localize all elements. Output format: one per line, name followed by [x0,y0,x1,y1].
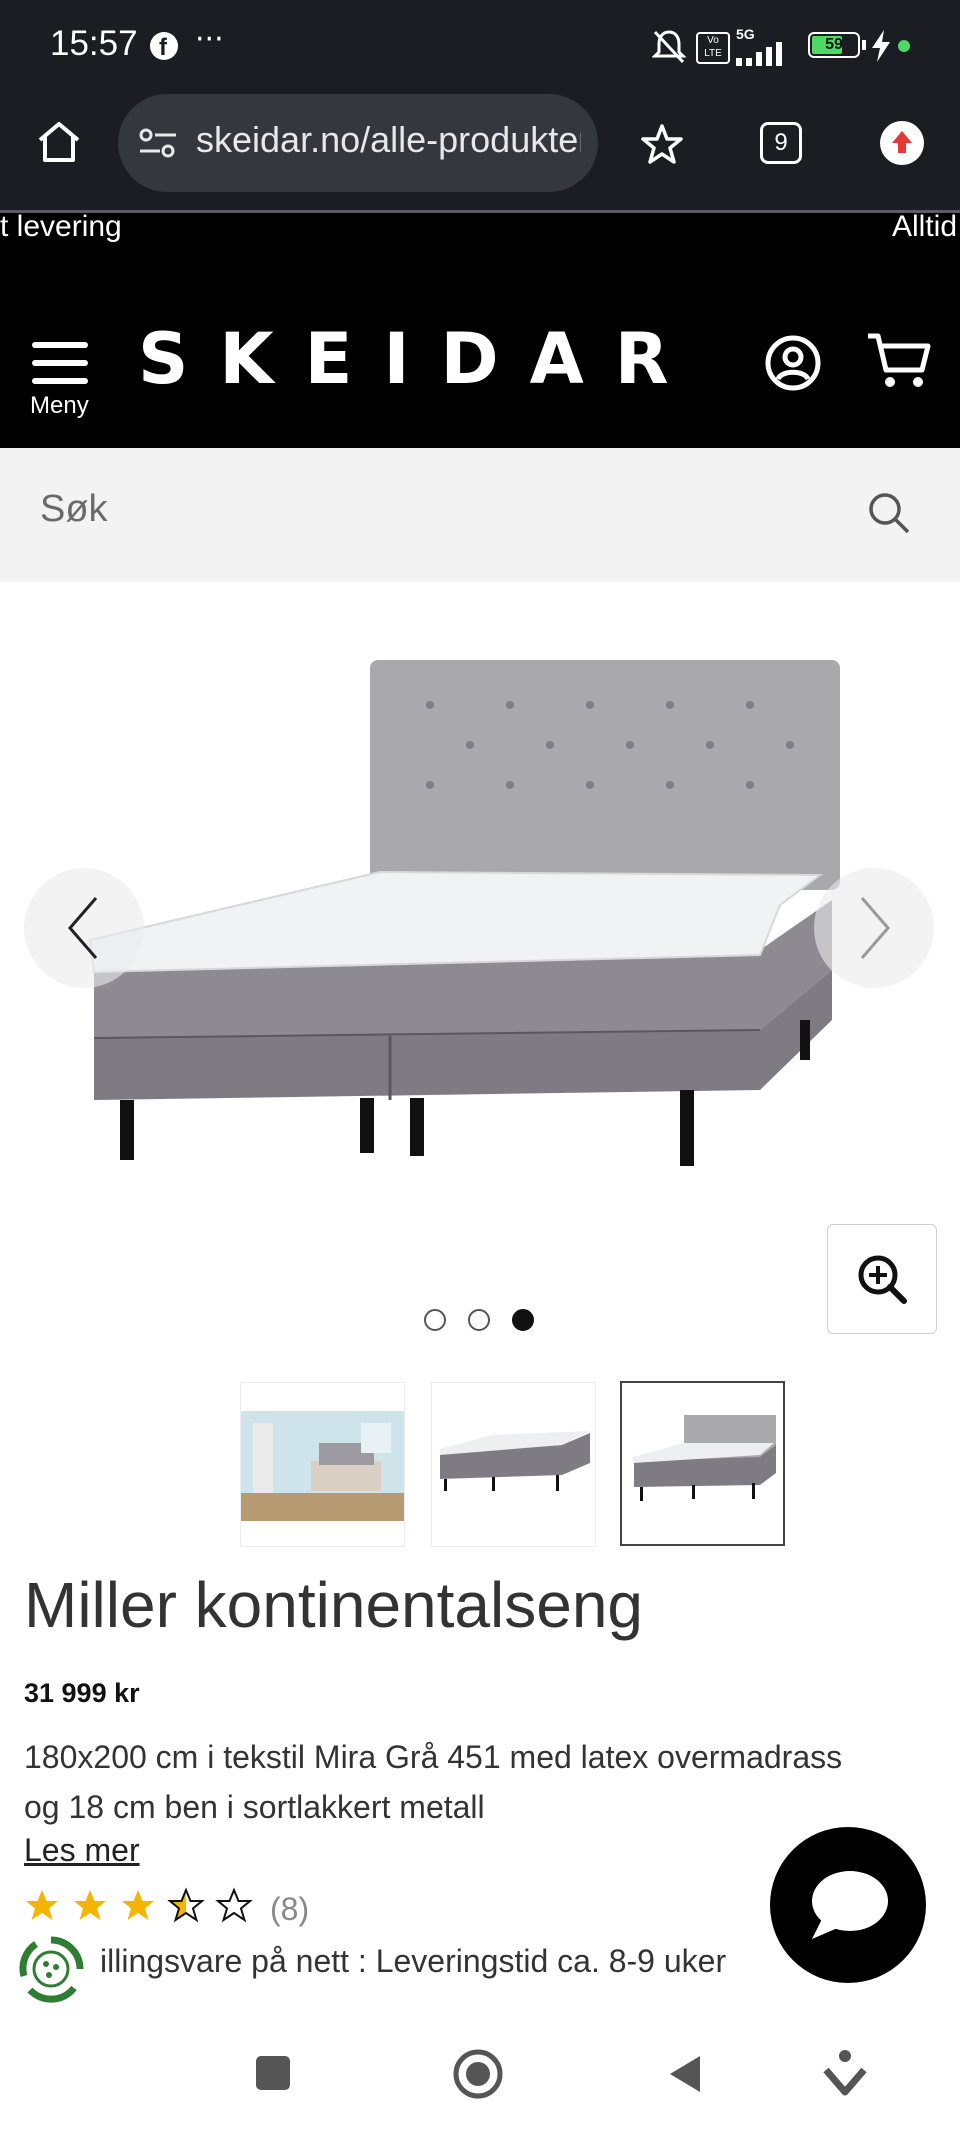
rating-count[interactable]: (8) [270,1891,309,1928]
battery-icon: 59 [808,32,860,58]
facebook-icon: f [150,32,178,61]
star-icon [26,1890,58,1920]
zoom-button[interactable] [827,1224,937,1334]
home-icon[interactable] [36,120,82,164]
site-logo[interactable]: SKEIDAR [138,318,700,400]
promo-text-right: Alltid [892,210,958,243]
empty-star-icon [215,1887,253,1923]
charging-icon [872,30,890,62]
tabs-icon[interactable]: 9 [760,122,802,164]
cart-icon[interactable] [866,330,932,392]
tab-count: 9 [774,129,788,156]
menu-label[interactable]: Meny [30,392,89,420]
zoom-in-icon [858,1255,907,1304]
bookmark-star-icon[interactable] [640,122,684,166]
promo-text-left: t levering [0,210,122,243]
update-icon[interactable] [880,121,924,165]
url-text[interactable]: skeidar.no/alle-produkter [196,119,581,161]
carousel-dot-3[interactable] [512,1309,534,1331]
account-icon[interactable] [764,334,822,392]
thumbnail-3[interactable] [620,1381,785,1546]
thumbnail-1[interactable] [240,1382,405,1547]
search-icon[interactable] [866,490,912,536]
previous-image-button[interactable] [24,868,144,988]
more-icon: ··· [195,22,224,57]
carousel-dot-1[interactable] [424,1309,446,1331]
search-bar[interactable] [0,448,960,582]
chevron-right-icon [860,897,890,959]
read-more-link[interactable]: Les mer [24,1832,140,1869]
carousel-dot-2[interactable] [468,1309,490,1331]
half-star-icon [167,1887,205,1923]
search-input[interactable]: Søk [40,488,108,531]
delivery-info: illingsvare på nett : Leveringstid ca. 8… [100,1943,727,1979]
chat-button[interactable] [770,1827,926,1983]
volte-icon: Vo LTE [696,32,730,64]
status-time: 15:57 [50,24,138,63]
recents-button[interactable] [256,2056,290,2090]
product-image[interactable] [80,650,860,1230]
notification-dot [898,40,910,52]
back-button[interactable] [666,2052,706,2096]
product-description: 180x200 cm i tekstil Mira Grå 451 med la… [24,1739,843,1825]
thumbnail-2[interactable] [431,1382,596,1547]
mute-icon [652,30,686,64]
hamburger-icon [32,342,88,384]
chat-bubble-icon [812,1871,888,1939]
star-icon [122,1890,154,1920]
product-price: 31 999 kr [24,1678,140,1708]
home-button[interactable] [450,2046,506,2102]
hide-keyboard-button[interactable] [822,2048,868,2098]
signal-icon [736,42,782,66]
chevron-left-icon [68,897,98,959]
battery-level: 59 [825,36,843,53]
rating-stars[interactable] [22,1886,262,1926]
product-title: Miller kontinentalseng [24,1569,643,1641]
site-settings-icon[interactable] [138,126,178,160]
next-image-button[interactable] [814,868,934,988]
star-icon [74,1890,106,1920]
delivery-status-icon [19,1936,84,2003]
